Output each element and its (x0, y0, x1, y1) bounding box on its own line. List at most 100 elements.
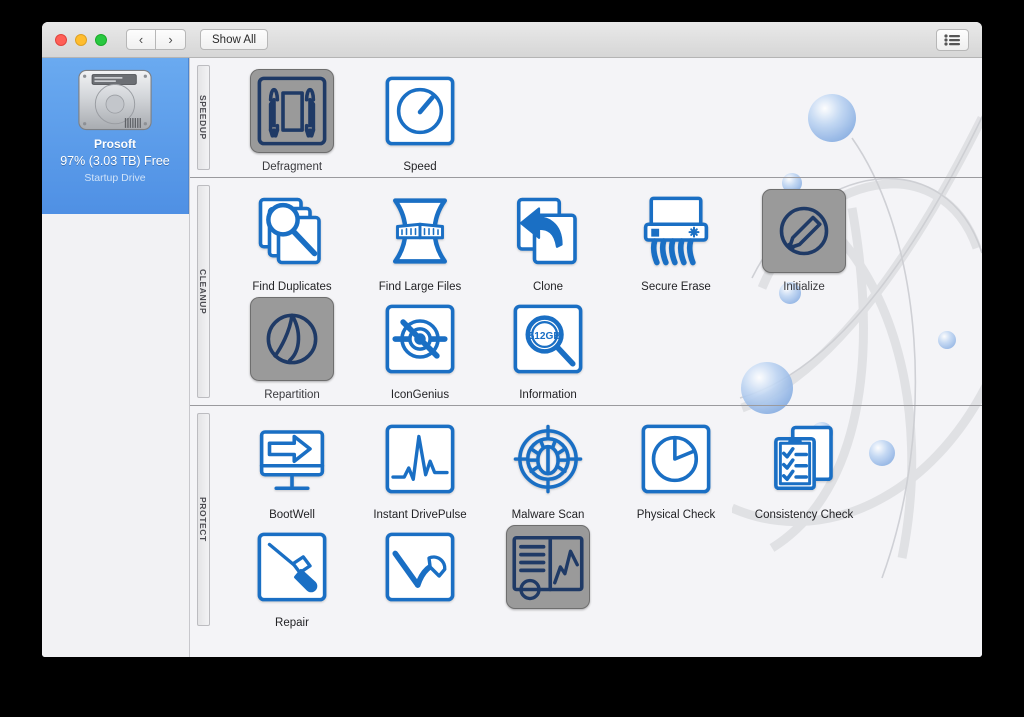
tool-label: IconGenius (390, 389, 450, 401)
bug-target-icon (513, 424, 583, 494)
sidebar: Prosoft 97% (3.03 TB) Free Startup Drive (42, 58, 190, 657)
screwdriver-icon (257, 532, 327, 602)
tool-icon-box[interactable] (378, 69, 462, 153)
dashboard-icon (512, 535, 584, 601)
tool-icon-box[interactable] (762, 417, 846, 501)
traffic-light-group (55, 33, 107, 46)
tool-icon-box[interactable] (634, 417, 718, 501)
back-button[interactable]: ‹ (126, 29, 156, 50)
tool-tile-clone[interactable]: Clone (484, 189, 612, 293)
tool-icon-box[interactable] (634, 189, 718, 273)
tool-tile-instant-drivepulse[interactable]: Instant DrivePulse (356, 417, 484, 521)
gauge-icon (385, 76, 455, 146)
window-titlebar: ‹ › Show All (42, 22, 982, 58)
tool-tile-information[interactable]: 512GB Information (484, 297, 612, 401)
tool-icon-box[interactable]: 512GB (506, 297, 590, 381)
rockets-icon (257, 76, 327, 146)
pie-chart-icon (641, 424, 711, 494)
tool-tile-find-large-files[interactable]: Find Large Files (356, 189, 484, 293)
monitor-arrow-icon (259, 430, 325, 491)
tool-icon-box[interactable] (378, 417, 462, 501)
tool-icon-box[interactable] (250, 525, 334, 609)
tool-grid: Find Duplicates Find Large Files Clone Secu… (216, 178, 982, 405)
content-area: SPEEDUP Defragment Speed CLEANUP Find Duplic… (190, 58, 982, 657)
tool-label: Find Duplicates (252, 281, 332, 293)
drive-free-space: 97% (3.03 TB) Free (60, 154, 170, 168)
hammer-check-icon (385, 532, 455, 602)
tool-grid: BootWell Instant DrivePulse Malware Scan Ph… (216, 406, 982, 633)
tool-icon-box[interactable] (506, 417, 590, 501)
tape-measure-icon (393, 198, 447, 264)
clone-arrow-icon (516, 197, 577, 265)
tool-tile-hammer-check[interactable] (356, 525, 484, 629)
tool-label: BootWell (269, 509, 315, 521)
tool-icon-box[interactable] (378, 525, 462, 609)
tool-tile-bootwell[interactable]: BootWell (228, 417, 356, 521)
svg-text:512GB: 512GB (529, 331, 561, 342)
zoom-button[interactable] (95, 33, 107, 46)
tool-label: Consistency Check (754, 509, 854, 521)
sidebar-item-drive[interactable]: Prosoft 97% (3.03 TB) Free Startup Drive (42, 58, 189, 214)
tool-tile-find-duplicates[interactable]: Find Duplicates (228, 189, 356, 293)
tool-tile-physical-check[interactable]: Physical Check (612, 417, 740, 521)
tool-tile-repartition[interactable]: Repartition (228, 297, 356, 401)
section-rail-label: SPEEDUP (198, 95, 208, 140)
tool-label: Physical Check (636, 509, 716, 521)
section-rail: PROTECT (190, 406, 216, 633)
magnifier-size-icon: 512GB (513, 304, 583, 374)
pie-partition-icon (266, 313, 318, 365)
show-all-button[interactable]: Show All (200, 29, 269, 50)
tool-label: Repartition (264, 389, 320, 401)
tool-icon-box[interactable] (250, 417, 334, 501)
tool-tile-secure-erase[interactable]: Secure Erase (612, 189, 740, 293)
tool-icon-box[interactable] (506, 189, 590, 273)
tool-icon-box[interactable] (250, 189, 334, 273)
tool-section-speedup: SPEEDUP Defragment Speed (190, 58, 982, 177)
tool-tile-consistency-check[interactable]: Consistency Check (740, 417, 868, 521)
list-view-button[interactable] (936, 28, 969, 51)
tool-label: Malware Scan (511, 509, 585, 521)
tool-tile-initialize[interactable]: Initialize (740, 189, 868, 293)
magnifier-stack-icon (258, 197, 321, 265)
tool-tile-dashboard[interactable] (484, 525, 612, 629)
list-view-icon (944, 33, 960, 46)
tool-label: Repair (275, 617, 309, 629)
tool-grid: Defragment Speed (216, 58, 982, 177)
tool-icon-box[interactable] (250, 297, 334, 381)
tool-tile-speed[interactable]: Speed (356, 69, 484, 173)
tool-tile-icongenius[interactable]: IconGenius (356, 297, 484, 401)
tool-label: Defragment (261, 161, 323, 173)
tool-tile-defragment[interactable]: Defragment (228, 69, 356, 173)
tool-tile-repair[interactable]: Repair (228, 525, 356, 629)
tool-label: Initialize (783, 281, 825, 293)
section-rail-label: CLEANUP (198, 268, 208, 315)
tool-tile-malware-scan[interactable]: Malware Scan (484, 417, 612, 521)
section-rail-label: PROTECT (198, 497, 208, 542)
drive-name: Prosoft (94, 137, 136, 151)
drive-subtitle: Startup Drive (84, 172, 146, 184)
tool-label: Speed (403, 161, 437, 173)
tool-label: Clone (532, 281, 564, 293)
tool-label: Secure Erase (641, 281, 711, 293)
pencil-circle-icon (779, 206, 829, 256)
section-rail: CLEANUP (190, 178, 216, 405)
tool-section-cleanup: CLEANUP Find Duplicates Find Large Files Cl… (190, 177, 982, 405)
hard-drive-icon (78, 69, 152, 131)
target-rings-icon (385, 304, 455, 374)
forward-button[interactable]: › (156, 29, 186, 50)
tool-icon-box[interactable] (762, 189, 846, 273)
navigation-buttons: ‹ › (126, 29, 186, 50)
tool-section-protect: PROTECT BootWell Instant DrivePulse Malware… (190, 405, 982, 633)
tool-label: Instant DrivePulse (373, 509, 467, 521)
tool-icon-box[interactable] (250, 69, 334, 153)
tool-icon-box[interactable] (506, 525, 590, 609)
tool-icon-box[interactable] (378, 189, 462, 273)
close-button[interactable] (55, 33, 67, 46)
tool-icon-box[interactable] (378, 297, 462, 381)
minimize-button[interactable] (75, 33, 87, 46)
window-body: Prosoft 97% (3.03 TB) Free Startup Drive (42, 58, 982, 657)
tool-label: Information (519, 389, 577, 401)
shredder-icon (643, 196, 709, 266)
pulse-graph-icon (385, 424, 455, 494)
tool-label: Find Large Files (378, 281, 462, 293)
